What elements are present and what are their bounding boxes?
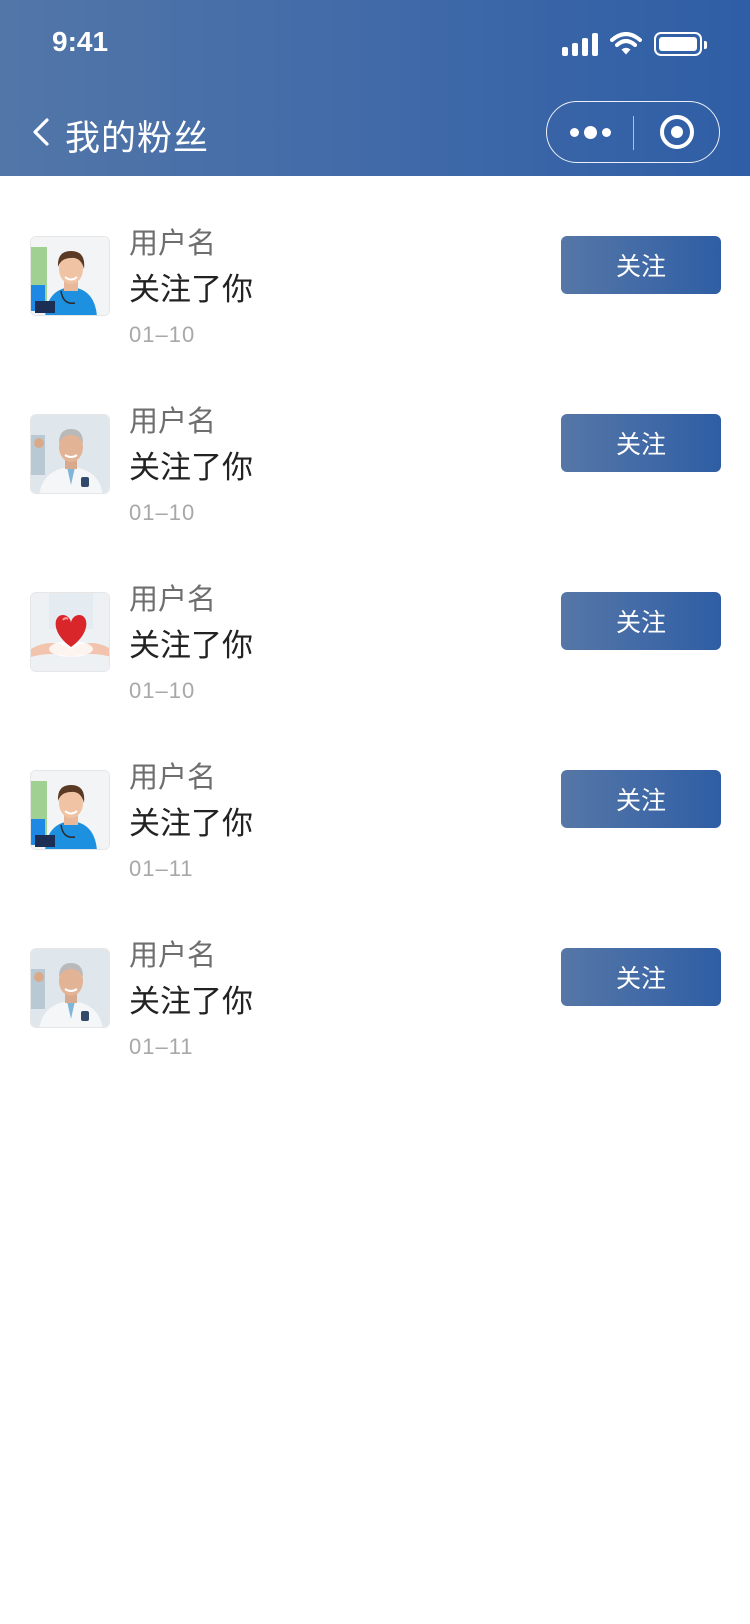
follow-action-text: 关注了你	[129, 806, 253, 842]
fan-list-item[interactable]: 用户名关注了你 01–11 关注	[0, 888, 750, 1066]
follow-button[interactable]: 关注	[561, 414, 721, 472]
username[interactable]: 用户名	[129, 754, 216, 796]
follow-date: 01–11	[129, 1034, 194, 1059]
top-header: 9:41 我的粉丝	[0, 0, 750, 176]
username[interactable]: 用户名	[129, 576, 216, 618]
battery-icon	[654, 32, 707, 56]
status-icons	[562, 30, 707, 58]
follow-button[interactable]: 关注	[561, 770, 721, 828]
follow-action-text: 关注了你	[129, 450, 253, 486]
follow-action-text: 关注了你	[129, 272, 253, 308]
follow-action-text: 关注了你	[129, 984, 253, 1020]
avatar[interactable]	[30, 236, 110, 316]
username[interactable]: 用户名	[129, 932, 216, 974]
more-button[interactable]	[547, 102, 633, 162]
mini-program-capsule	[546, 101, 720, 163]
follow-date: 01–10	[129, 678, 196, 703]
fan-list-item[interactable]: 用户名关注了你 01–10 关注	[0, 354, 750, 532]
follow-date: 01–10	[129, 322, 196, 347]
follow-date: 01–11	[129, 856, 194, 881]
follow-button[interactable]: 关注	[561, 236, 721, 294]
page-title: 我的粉丝	[65, 119, 210, 159]
username[interactable]: 用户名	[129, 398, 216, 440]
fan-list: 用户名 关注了你 01–10 关注 用户名 关注了你 01–10 关注 用户名 关注了你 01–10…	[0, 176, 750, 1066]
target-circle-icon	[660, 115, 694, 149]
wifi-icon	[610, 32, 642, 55]
follow-button[interactable]: 关注	[561, 948, 721, 1006]
follow-button[interactable]: 关注	[561, 592, 721, 650]
close-button[interactable]	[634, 102, 720, 162]
follow-action-text: 关注了你	[129, 628, 253, 664]
fan-list-item[interactable]: 用户名关注了你 01–11 关注	[0, 710, 750, 888]
fan-list-item[interactable]: 用户名关注了你 01–10 关注	[0, 532, 750, 710]
avatar[interactable]	[30, 770, 110, 850]
follow-date: 01–10	[129, 500, 196, 525]
fan-list-item[interactable]: 用户名关注了你 01–10 关注	[0, 176, 750, 354]
signal-icon	[562, 32, 598, 56]
username[interactable]: 用户名	[129, 220, 216, 262]
more-dots-icon	[569, 127, 579, 137]
avatar[interactable]	[30, 592, 110, 672]
avatar[interactable]	[30, 948, 110, 1028]
back-button[interactable]	[26, 112, 56, 152]
status-time: 9:41	[52, 26, 109, 57]
avatar[interactable]	[30, 414, 110, 494]
chevron-left-icon	[33, 118, 49, 146]
